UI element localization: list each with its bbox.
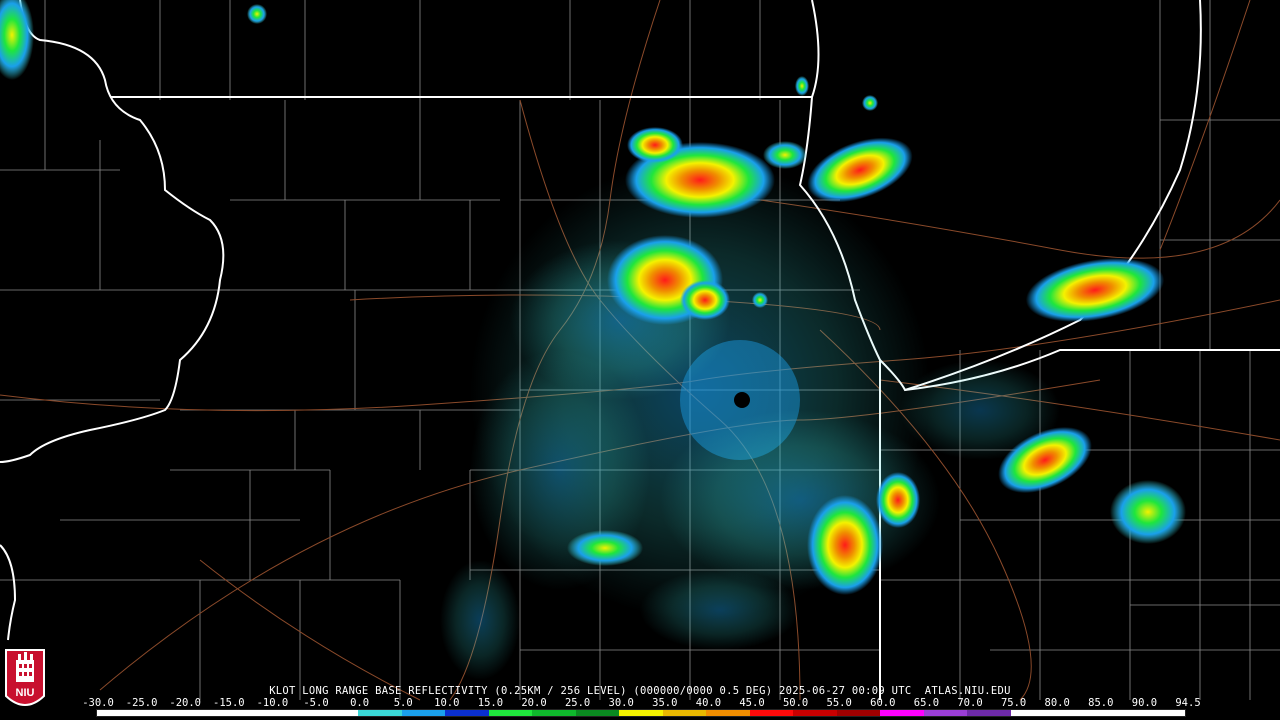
colorbar-tick: 85.0 — [1088, 697, 1114, 709]
colorbar-segment — [662, 710, 707, 716]
colorbar-tick: 45.0 — [739, 697, 765, 709]
colorbar-tick: 60.0 — [870, 697, 896, 709]
colorbar-tick: 50.0 — [782, 697, 809, 709]
colorbar-segment — [1097, 710, 1142, 716]
storm-cell-small-mid — [752, 292, 768, 308]
colorbar-segment — [1010, 710, 1055, 716]
colorbar-tick: 75.0 — [1000, 697, 1027, 709]
colorbar-tick: -25.0 — [125, 697, 158, 709]
colorbar-tick: -15.0 — [212, 697, 245, 709]
colorbar-tick: 5.0 — [393, 697, 413, 709]
storm-cell-far-east — [1110, 480, 1186, 544]
colorbar-tick: -5.0 — [303, 697, 329, 709]
colorbar-tick: 10.0 — [434, 697, 460, 709]
colorbar-tick: -30.0 — [82, 697, 114, 709]
colorbar-segment — [97, 710, 141, 716]
storm-cell-small-lake2 — [795, 76, 809, 96]
colorbar-segment — [532, 710, 576, 716]
colorbar-segment — [706, 710, 750, 716]
storm-cell-central-west2 — [680, 280, 730, 320]
niu-logo: NIU — [5, 649, 45, 706]
storm-cell-small-north — [247, 4, 267, 24]
colorbar-tick: 65.0 — [913, 697, 940, 709]
colorbar-segment — [314, 710, 359, 716]
colorbar-segment — [1141, 710, 1185, 716]
colorbar-tick: -20.0 — [169, 697, 201, 709]
colorbar-segment — [140, 710, 185, 716]
storm-cell-north-a2 — [627, 127, 683, 163]
colorbar-tick: -10.0 — [256, 697, 289, 709]
storm-cell-southeast — [807, 495, 883, 595]
storm-cell-southwest — [567, 530, 643, 566]
colorbar-tick: 15.0 — [477, 697, 504, 709]
colorbar-segment — [749, 710, 794, 716]
colorbar-segment — [184, 710, 228, 716]
colorbar-tick: 55.0 — [826, 697, 852, 709]
colorbar-segment — [227, 710, 272, 716]
colorbar-segment — [401, 710, 446, 716]
colorbar-tick: 94.5 — [1175, 697, 1201, 709]
colorbar-tick: 90.0 — [1131, 697, 1158, 709]
colorbar-segment — [619, 710, 663, 716]
colorbar-segment — [1054, 710, 1098, 716]
colorbar-tick: 35.0 — [652, 697, 678, 709]
storm-cell-lake — [1025, 258, 1165, 322]
colorbar — [96, 709, 1186, 717]
colorbar-segment — [358, 710, 402, 716]
colorbar-segment — [488, 710, 533, 716]
colorbar-segment — [445, 710, 489, 716]
storm-cell-southeast2 — [876, 472, 920, 528]
colorbar-tick: 25.0 — [564, 697, 591, 709]
colorbar-segment — [836, 710, 881, 716]
clear-air-returns — [440, 160, 1060, 680]
colorbar-segment — [967, 710, 1011, 716]
storm-cell-nw-corner — [0, 0, 34, 80]
colorbar-segment — [793, 710, 837, 716]
colorbar-segment — [271, 710, 315, 716]
storm-cell-small-lake — [862, 95, 878, 111]
colorbar-segment — [923, 710, 968, 716]
colorbar-tick: 20.0 — [521, 697, 547, 709]
colorbar-segment — [880, 710, 924, 716]
colorbar-tick: 40.0 — [695, 697, 722, 709]
colorbar-segment — [575, 710, 620, 716]
colorbar-tick: 0.0 — [350, 697, 370, 709]
colorbar-tick: 70.0 — [957, 697, 983, 709]
colorbar-tick: 30.0 — [608, 697, 634, 709]
storm-cell-north-c — [763, 141, 807, 169]
product-caption: KLOT LONG RANGE BASE REFLECTIVITY (0.25K… — [269, 685, 1011, 697]
colorbar-tick-labels: -30.0 -25.0 -20.0 -15.0 -10.0 -5.0 0.0 5.0 10.0 1… — [82, 697, 1200, 709]
colorbar-tick: 80.0 — [1044, 697, 1070, 709]
radar-map — [0, 0, 1280, 701]
